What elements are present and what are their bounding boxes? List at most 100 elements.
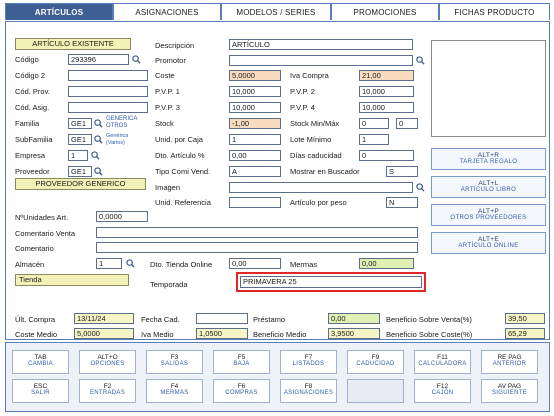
tab-asignaciones[interactable]: ASIGNACIONES	[113, 3, 221, 20]
dto-articulo-input[interactable]: 0,00	[229, 150, 281, 161]
stock-label: Stock	[155, 119, 174, 128]
fkey-f12-cajon[interactable]: F12 CAJÓN	[414, 379, 471, 403]
promotor-input[interactable]	[229, 55, 413, 66]
empresa-search-icon[interactable]	[91, 151, 100, 160]
imagen-search-icon[interactable]	[416, 183, 425, 192]
cod-asig-input[interactable]	[68, 102, 148, 113]
subfamilia-desc-2: (Varios)	[106, 140, 125, 146]
pvp1-input[interactable]: 10,000	[229, 86, 281, 97]
stock-max-input[interactable]: 0	[396, 118, 418, 129]
fkey-f8-asignaciones[interactable]: F8 ASIGNACIONES	[280, 379, 337, 403]
codigo-search-icon[interactable]	[132, 55, 141, 64]
cod-prov-input[interactable]	[68, 86, 148, 97]
familia-input[interactable]: GE1	[68, 118, 92, 129]
lote-minimo-input[interactable]: 1	[359, 134, 389, 145]
promotor-search-icon[interactable]	[416, 56, 425, 65]
mermas-input[interactable]: 0,00	[359, 258, 414, 269]
subfamilia-input[interactable]: GE1	[68, 134, 92, 145]
fkey-key: AV PAG	[497, 383, 522, 390]
dias-caducidad-input[interactable]: 0	[359, 150, 414, 161]
unid-caja-label: Unid. por Caja	[155, 135, 203, 144]
fecha-cad-input[interactable]	[196, 313, 248, 324]
mostrar-buscador-input[interactable]: S	[386, 166, 418, 177]
pvp3-input[interactable]: 10,000	[229, 102, 281, 113]
iva-medio-input: 1,0500	[196, 328, 248, 339]
pvp4-input[interactable]: 10,000	[359, 102, 414, 113]
fkey-key: F9	[371, 354, 380, 361]
dto-tienda-input[interactable]: 0,00	[229, 258, 281, 269]
tab-fichas-producto[interactable]: FICHAS PRODUCTO	[439, 3, 550, 20]
beneficio-coste-label: Beneficio Sobre Coste(%)	[386, 330, 473, 339]
articulo-peso-input[interactable]: N	[386, 197, 418, 208]
stock-min-input[interactable]: 0	[359, 118, 389, 129]
pvp2-input[interactable]: 10,000	[359, 86, 414, 97]
empresa-input[interactable]: 1	[68, 150, 88, 161]
almacen-search-icon[interactable]	[126, 259, 135, 268]
fkey-key: F5	[237, 354, 246, 361]
fkey-f7-listados[interactable]: F7 LISTADOS	[280, 350, 337, 374]
unidades-label: NºUnidades Art.	[15, 213, 69, 222]
proveedor-generico-badge: PROVEEDOR GENERICO	[15, 178, 146, 190]
articulo-online-button[interactable]: ALT+E ARTÍCULO ONLINE	[431, 232, 546, 254]
descripcion-label: Descripción	[155, 41, 195, 50]
fkey-f9-caducidad[interactable]: F9 CADUCIDAD	[347, 350, 404, 374]
iva-compra-label: Iva Compra	[290, 71, 329, 80]
fkey-key: F11	[437, 354, 448, 361]
proveedor-input[interactable]: GE1	[68, 166, 92, 177]
imagen-label: Imagen	[155, 183, 181, 192]
beneficio-medio-label: Beneficio Medio	[253, 330, 307, 339]
fkey-tab-cambia[interactable]: TAB CAMBIA	[12, 350, 69, 374]
fkey-f3-salidas[interactable]: F3 SALIDAS	[146, 350, 203, 374]
fkey-desc: ENTRADAS	[89, 390, 126, 396]
comentario-input[interactable]	[96, 242, 418, 253]
fkey-desc: SALIDAS	[160, 361, 189, 367]
unid-ref-input[interactable]	[229, 197, 281, 208]
fkey-desc: CALCULADORA	[418, 361, 467, 367]
fkey-key: F2	[103, 383, 112, 390]
otros-proveedores-button[interactable]: ALT+P OTROS PROVEEDORES	[431, 204, 546, 226]
almacen-input[interactable]: 1	[96, 258, 122, 269]
coste-input[interactable]: 5,0000	[229, 70, 281, 81]
fkey-key: F3	[170, 354, 179, 361]
fkey-key: ALT+O	[97, 354, 118, 361]
codigo2-label: Código 2	[15, 71, 46, 80]
proveedor-search-icon[interactable]	[94, 167, 103, 176]
tarjeta-regalo-desc: TARJETA REGALO	[459, 159, 518, 165]
fkey-desc: BAJA	[233, 361, 250, 367]
tab-modelos-series[interactable]: MODELOS / SERIES	[221, 3, 331, 20]
tarjeta-regalo-button[interactable]: ALT+R TARJETA REGALO	[431, 148, 546, 170]
promotor-label: Promotor	[155, 56, 186, 65]
subfamilia-search-icon[interactable]	[94, 135, 103, 144]
iva-medio-label: Iva Medio	[141, 330, 174, 339]
tab-promociones[interactable]: PROMOCIONES	[331, 3, 439, 20]
fkey-key: F12	[436, 383, 449, 390]
tipo-comi-input[interactable]: A	[229, 166, 281, 177]
iva-compra-input[interactable]: 21,00	[359, 70, 414, 81]
fkey-esc-salir[interactable]: ESC SALIR	[12, 379, 69, 403]
fkey-f11-calculadora[interactable]: F11 CALCULADORA	[414, 350, 471, 374]
tab-articulos[interactable]: ARTÍCULOS	[5, 3, 113, 20]
tienda-badge: Tienda	[15, 274, 129, 286]
familia-search-icon[interactable]	[94, 119, 103, 128]
codigo-input[interactable]: 293396	[68, 54, 129, 65]
fkey-repag-anterior[interactable]: RE PAG ANTERIOR	[481, 350, 538, 374]
fkey-alt-o-opciones[interactable]: ALT+O OPCIONES	[79, 350, 136, 374]
tab-bar: ARTÍCULOS ASIGNACIONES MODELOS / SERIES …	[5, 3, 550, 21]
fkey-avpag-siguiente[interactable]: AV PAG SIGUIENTE	[481, 379, 538, 403]
stock-input[interactable]: -1,00	[229, 118, 281, 129]
subfamilia-desc: Genérica	[106, 133, 129, 139]
comentario-venta-input[interactable]	[96, 227, 418, 238]
fkey-f6-compras[interactable]: F6 COMPRAS	[213, 379, 270, 403]
imagen-input[interactable]	[229, 182, 413, 193]
descripcion-input[interactable]: ARTÍCULO	[229, 39, 413, 50]
unid-caja-input[interactable]: 1	[229, 134, 281, 145]
mermas-label: Mermas	[290, 260, 318, 269]
unidades-input[interactable]: 0,0000	[96, 211, 148, 222]
product-image-area[interactable]	[431, 40, 546, 137]
fkey-f4-mermas[interactable]: F4 MERMAS	[146, 379, 203, 403]
fkey-f5-baja[interactable]: F5 BAJA	[213, 350, 270, 374]
codigo2-input[interactable]	[68, 70, 148, 81]
fkey-f2-entradas[interactable]: F2 ENTRADAS	[79, 379, 136, 403]
beneficio-medio-input: 3,9500	[328, 328, 380, 339]
articulo-libro-button[interactable]: ALT+L ARTÍCULO LIBRO	[431, 176, 546, 198]
